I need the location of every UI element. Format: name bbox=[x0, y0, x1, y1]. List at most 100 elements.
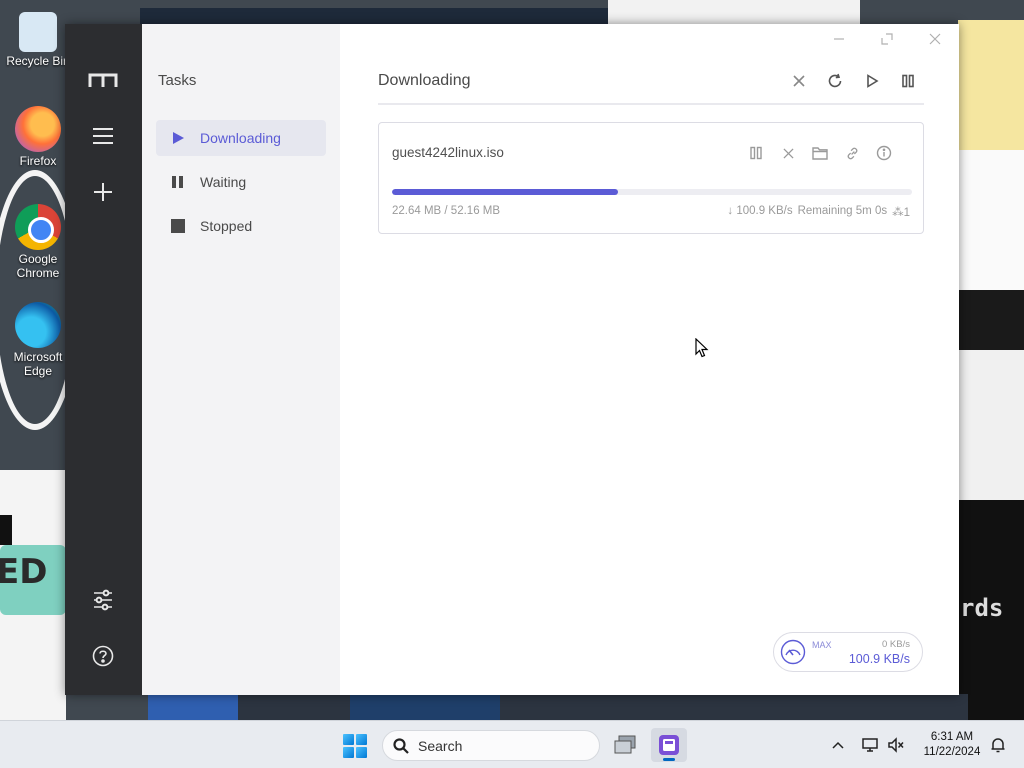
wallpaper-patch bbox=[0, 515, 12, 545]
sidebar-item-waiting[interactable]: Waiting bbox=[156, 164, 326, 200]
close-window-button[interactable] bbox=[912, 26, 958, 52]
chevron-up-icon bbox=[832, 741, 844, 749]
wallpaper-patch bbox=[350, 694, 500, 720]
task-view-icon bbox=[614, 735, 636, 754]
windows-logo-icon bbox=[343, 734, 354, 745]
minimize-icon bbox=[834, 38, 844, 40]
help-button[interactable] bbox=[83, 636, 123, 676]
show-hidden-icons-button[interactable] bbox=[826, 733, 850, 757]
speedometer-icon bbox=[780, 639, 806, 665]
link-icon bbox=[847, 147, 857, 159]
wallpaper-patch bbox=[148, 694, 968, 720]
desktop-icon-firefox[interactable]: Firefox bbox=[4, 106, 72, 168]
task-info-button[interactable] bbox=[872, 141, 896, 165]
wallpaper-patch bbox=[148, 694, 238, 720]
notifications-button[interactable] bbox=[986, 733, 1010, 757]
nav-rail bbox=[65, 24, 142, 695]
task-open-folder-button[interactable] bbox=[808, 141, 832, 165]
desktop-icon-recycle-bin[interactable]: Recycle Bin bbox=[4, 12, 72, 68]
close-icon bbox=[929, 33, 941, 45]
info-icon bbox=[876, 145, 892, 161]
desktop-icon-label: Recycle Bin bbox=[6, 54, 70, 68]
recycle-bin-icon bbox=[19, 12, 57, 52]
pause-icon bbox=[170, 174, 186, 190]
wallpaper-patch bbox=[958, 290, 1024, 350]
header-divider bbox=[378, 103, 924, 105]
refresh-button[interactable] bbox=[822, 68, 848, 94]
task-pause-button[interactable] bbox=[744, 141, 768, 165]
taskbar-search[interactable]: Search bbox=[382, 730, 600, 761]
desktop-icon-chrome[interactable]: Google Chrome bbox=[4, 204, 72, 280]
network-tray-button[interactable] bbox=[858, 733, 882, 757]
menu-icon bbox=[93, 128, 113, 144]
menu-button[interactable] bbox=[83, 116, 123, 156]
speed-limit-mode: MAX bbox=[812, 640, 832, 650]
chrome-icon bbox=[15, 204, 61, 250]
clock-time: 6:31 AM bbox=[930, 731, 974, 743]
windows-logo-tile bbox=[343, 747, 354, 758]
main-panel: Downloading guest4242linux.iso 22.64 MB … bbox=[340, 24, 959, 695]
wallpaper-patch bbox=[140, 8, 610, 24]
app-logo[interactable] bbox=[83, 60, 123, 100]
app-window: Tasks Downloading Waiting Stopped Downlo… bbox=[65, 24, 959, 695]
sidebar-item-downloading[interactable]: Downloading bbox=[156, 120, 326, 156]
upload-speed: 0 KB/s bbox=[882, 639, 910, 650]
start-button[interactable] bbox=[340, 731, 370, 761]
wallpaper-patch bbox=[958, 350, 1024, 500]
page-title: Downloading bbox=[378, 72, 471, 89]
expand-icon bbox=[881, 33, 893, 45]
task-speed: ↓ 100.9 KB/s bbox=[727, 205, 793, 217]
stop-icon bbox=[170, 218, 186, 234]
resume-all-button[interactable] bbox=[859, 68, 885, 94]
task-view-button[interactable] bbox=[607, 728, 643, 762]
close-icon bbox=[793, 75, 805, 87]
wallpaper-text: ED bbox=[0, 552, 48, 592]
desktop-icon-edge[interactable]: Microsoft Edge bbox=[4, 302, 72, 378]
clock-date: 11/22/2024 bbox=[923, 746, 981, 758]
preferences-button[interactable] bbox=[83, 580, 123, 620]
mouse-cursor-icon bbox=[695, 338, 709, 358]
folder-icon bbox=[812, 147, 828, 160]
add-task-button[interactable] bbox=[83, 172, 123, 212]
windows-logo-tile bbox=[356, 747, 367, 758]
desktop-icon-label: Firefox bbox=[19, 154, 57, 168]
maximize-button[interactable] bbox=[864, 26, 910, 52]
download-speed: 100.9 KB/s bbox=[848, 652, 910, 666]
minimize-button[interactable] bbox=[816, 26, 862, 52]
task-filename: guest4242linux.iso bbox=[392, 145, 504, 160]
task-remaining: Remaining 5m 0s bbox=[797, 205, 888, 217]
task-item[interactable]: guest4242linux.iso 22.64 MB / 52.16 MB ↓… bbox=[378, 122, 924, 234]
progress-bar bbox=[392, 189, 912, 195]
pause-icon bbox=[902, 74, 914, 88]
volume-tray-button[interactable] bbox=[884, 733, 908, 757]
firefox-icon bbox=[15, 106, 61, 152]
sliders-icon bbox=[94, 589, 112, 611]
volume-muted-icon bbox=[888, 737, 904, 753]
taskbar-clock[interactable]: 6:31 AM 11/22/2024 bbox=[912, 730, 992, 760]
taskbar: Search 6:31 AM 11/22/2024 bbox=[0, 720, 1024, 768]
sidebar-item-stopped[interactable]: Stopped bbox=[156, 208, 326, 244]
plus-icon bbox=[94, 183, 112, 201]
pause-icon bbox=[750, 146, 762, 160]
taskbar-app-motrix[interactable] bbox=[651, 728, 687, 762]
desktop-icon-label: Microsoft Edge bbox=[13, 350, 63, 378]
task-delete-button[interactable] bbox=[776, 141, 800, 165]
wallpaper-text: rds bbox=[960, 594, 1004, 622]
notification-bell-icon bbox=[991, 738, 1005, 753]
search-icon bbox=[393, 737, 409, 754]
sidebar-item-label: Downloading bbox=[200, 130, 281, 146]
close-icon bbox=[782, 147, 794, 159]
delete-all-button[interactable] bbox=[786, 68, 812, 94]
pause-all-button[interactable] bbox=[895, 68, 921, 94]
m-logo-icon bbox=[88, 73, 118, 87]
wallpaper-patch bbox=[608, 0, 860, 24]
help-icon bbox=[92, 645, 114, 667]
windows-logo-tile bbox=[356, 734, 367, 745]
task-stats: ↓ 100.9 KB/s Remaining 5m 0s ⁂1 bbox=[727, 205, 910, 219]
task-connections: ⁂1 bbox=[892, 207, 910, 219]
motrix-app-icon bbox=[659, 735, 679, 755]
play-icon bbox=[867, 74, 879, 88]
sidebar-title: Tasks bbox=[158, 72, 197, 89]
task-copy-link-button[interactable] bbox=[840, 141, 864, 165]
speedometer[interactable]: MAX 0 KB/s 100.9 KB/s bbox=[773, 632, 923, 672]
